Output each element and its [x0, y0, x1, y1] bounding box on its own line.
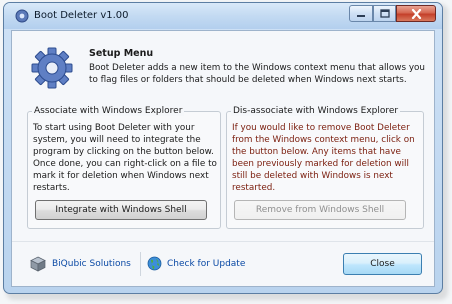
- close-button[interactable]: Close: [343, 253, 422, 275]
- disassociate-group: Dis-associate with Windows Explorer If y…: [226, 106, 424, 229]
- setup-title: Setup Menu: [89, 48, 154, 59]
- title-bar[interactable]: Boot Deleter v1.00: [4, 3, 442, 29]
- app-icon: [15, 9, 29, 23]
- footer: BiQubic Solutions Check for Update Close: [12, 241, 434, 288]
- globe-icon: [147, 256, 162, 271]
- close-icon: [411, 8, 421, 19]
- check-update-label: Check for Update: [167, 258, 246, 269]
- window-close-button[interactable]: [396, 5, 436, 22]
- setup-header: Setup Menu Boot Deleter adds a new item …: [12, 31, 434, 103]
- biqubic-link[interactable]: BiQubic Solutions: [29, 256, 131, 272]
- biqubic-label: BiQubic Solutions: [52, 259, 131, 269]
- minimize-button[interactable]: [349, 5, 373, 22]
- associate-group: Associate with Windows Explorer To start…: [27, 106, 221, 229]
- remove-shell-button[interactable]: Remove from Windows Shell: [234, 200, 406, 220]
- cube-icon: [30, 256, 46, 272]
- maximize-icon: [379, 9, 390, 18]
- footer-divider: [140, 252, 141, 276]
- setup-description: Boot Deleter adds a new item to the Wind…: [89, 63, 425, 85]
- disassociate-group-title: Dis-associate with Windows Explorer: [231, 106, 401, 116]
- boot-deleter-window: Boot Deleter v1.00 Setup Menu Boot Delet…: [3, 2, 443, 294]
- maximize-button[interactable]: [373, 5, 396, 22]
- gear-icon: [31, 47, 73, 89]
- client-area: Setup Menu Boot Deleter adds a new item …: [11, 30, 435, 287]
- integrate-shell-button[interactable]: Integrate with Windows Shell: [35, 200, 207, 220]
- associate-text: To start using Boot Deleter with your sy…: [33, 123, 217, 193]
- window-title: Boot Deleter v1.00: [34, 10, 129, 21]
- associate-group-title: Associate with Windows Explorer: [32, 106, 185, 116]
- disassociate-text: If you would like to remove Boot Deleter…: [232, 123, 415, 193]
- check-update-link[interactable]: Check for Update: [147, 256, 245, 271]
- minimize-icon: [357, 14, 365, 17]
